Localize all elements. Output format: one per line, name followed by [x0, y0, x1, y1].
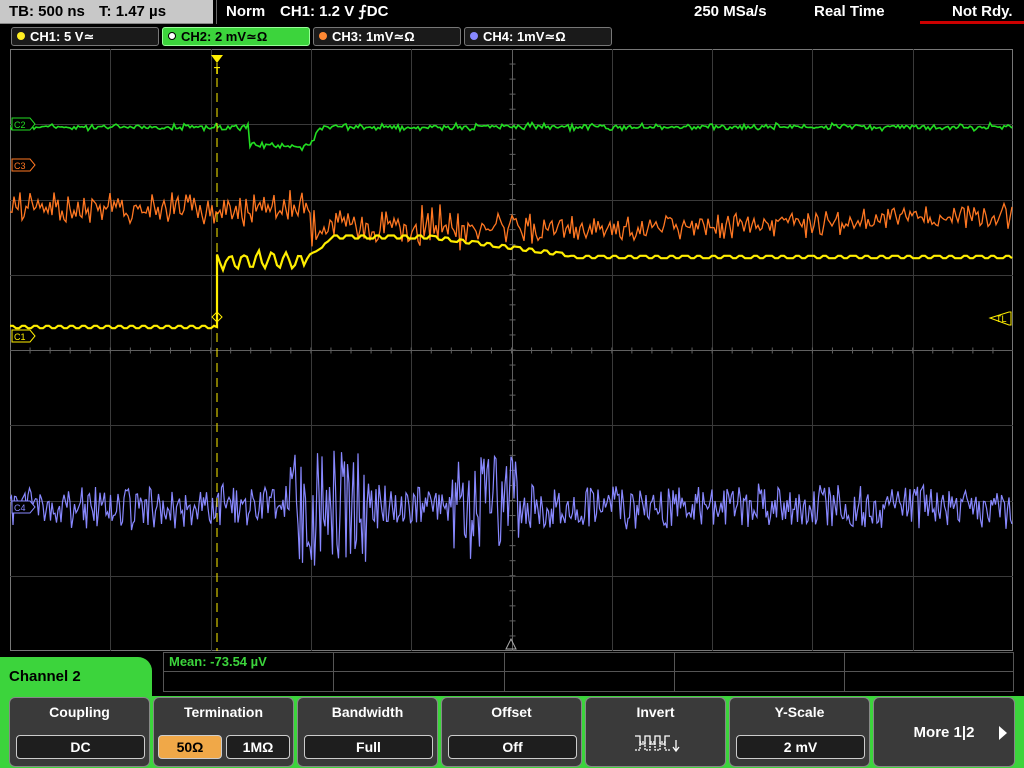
trigger-level-marker[interactable]: TL [988, 311, 1012, 326]
offset-value[interactable]: Off [448, 735, 577, 759]
status-bar: TB: 500 ns T: 1.47 µs Norm CH1: 1.2 V ⨍D… [0, 0, 1024, 25]
tab-ch1-label: CH1: 5 V≃ [30, 29, 95, 44]
timebase-value: TB: 500 ns [9, 3, 85, 20]
measurement-panel: Mean: -73.54 µV [163, 652, 1014, 692]
tab-ch2[interactable]: CH2: 2 mV≃Ω [162, 27, 310, 46]
mean-measurement: Mean: -73.54 µV [169, 654, 267, 669]
acquisition-mode: Real Time [814, 3, 885, 20]
trigger-time-value: T: 1.47 µs [99, 3, 167, 20]
sample-rate: 250 MSa/s [694, 3, 767, 20]
offset-softkey[interactable]: Offset Off [441, 697, 582, 767]
tab-ch4-label: CH4: 1mV≃Ω [483, 29, 566, 44]
horizontal-reference-marker[interactable] [505, 637, 517, 650]
menu-title: Channel 2 [0, 657, 152, 697]
ch3-offset-label: C3 [14, 161, 26, 171]
channel-tabs: CH1: 5 V≃ CH2: 2 mV≃Ω CH3: 1mV≃Ω CH4: 1m… [0, 26, 1024, 48]
invert-softkey[interactable]: Invert [585, 697, 726, 767]
termination-title: Termination [183, 704, 264, 720]
termination-softkey[interactable]: Termination 50Ω 1MΩ [153, 697, 294, 767]
bandwidth-value[interactable]: Full [304, 735, 433, 759]
chevron-right-icon [999, 726, 1007, 740]
softkey-bar: Coupling DC Termination 50Ω 1MΩ Bandwidt… [0, 696, 1024, 768]
termination-50-ohm[interactable]: 50Ω [158, 735, 222, 759]
ch2-waveform [10, 120, 1013, 152]
trigger-mode[interactable]: Norm [226, 0, 265, 24]
waveform-display[interactable]: T C2 C3 C1 C4 TL [10, 49, 1013, 651]
status-divider [216, 0, 217, 24]
invert-wave-icon [635, 735, 680, 753]
graticule [10, 49, 1013, 651]
tab-ch2-label: CH2: 2 mV≃Ω [181, 29, 268, 44]
coupling-softkey[interactable]: Coupling DC [9, 697, 150, 767]
bandwidth-title: Bandwidth [331, 704, 404, 720]
ch1-offset-label: C1 [14, 332, 26, 342]
ch4-color-dot [470, 32, 478, 40]
coupling-value[interactable]: DC [16, 735, 145, 759]
ch1-offset-marker[interactable]: C1 [11, 329, 36, 343]
trigger-position-marker[interactable] [211, 55, 223, 63]
termination-1m-ohm[interactable]: 1MΩ [226, 735, 290, 759]
trigger-setting[interactable]: CH1: 1.2 V ⨍DC [280, 0, 388, 24]
ch2-offset-label: C2 [14, 120, 26, 130]
tab-ch3[interactable]: CH3: 1mV≃Ω [313, 27, 461, 46]
bandwidth-softkey[interactable]: Bandwidth Full [297, 697, 438, 767]
more-softkey[interactable]: More 1|2 [873, 697, 1015, 767]
ch1-waveform [10, 234, 1013, 330]
trigger-level-label: TL [996, 314, 1007, 324]
ch2-offset-marker[interactable]: C2 [11, 117, 36, 131]
trigger-marker-label: T [214, 66, 220, 77]
measurement-grid [163, 652, 1014, 692]
timebase-box[interactable]: TB: 500 ns T: 1.47 µs [0, 0, 213, 24]
tab-ch3-label: CH3: 1mV≃Ω [332, 29, 415, 44]
ch4-offset-label: C4 [14, 503, 26, 513]
yscale-softkey[interactable]: Y-Scale 2 mV [729, 697, 870, 767]
coupling-title: Coupling [49, 704, 110, 720]
tab-ch4[interactable]: CH4: 1mV≃Ω [464, 27, 612, 46]
ch3-color-dot [319, 32, 327, 40]
yscale-value[interactable]: 2 mV [736, 735, 865, 759]
waveform-svg: T C2 C3 C1 C4 TL [10, 49, 1013, 651]
invert-title: Invert [636, 704, 675, 720]
yscale-title: Y-Scale [774, 704, 825, 720]
tab-ch1[interactable]: CH1: 5 V≃ [11, 27, 159, 46]
more-label: More 1|2 [913, 724, 975, 741]
trigger-state-indicator [920, 21, 1024, 24]
ch4-waveform [10, 450, 1013, 566]
ch1-color-dot [17, 32, 25, 40]
offset-title: Offset [491, 704, 532, 720]
ch3-offset-marker[interactable]: C3 [11, 158, 36, 172]
ch2-color-dot [168, 32, 176, 40]
ch4-offset-marker[interactable]: C4 [11, 500, 36, 514]
